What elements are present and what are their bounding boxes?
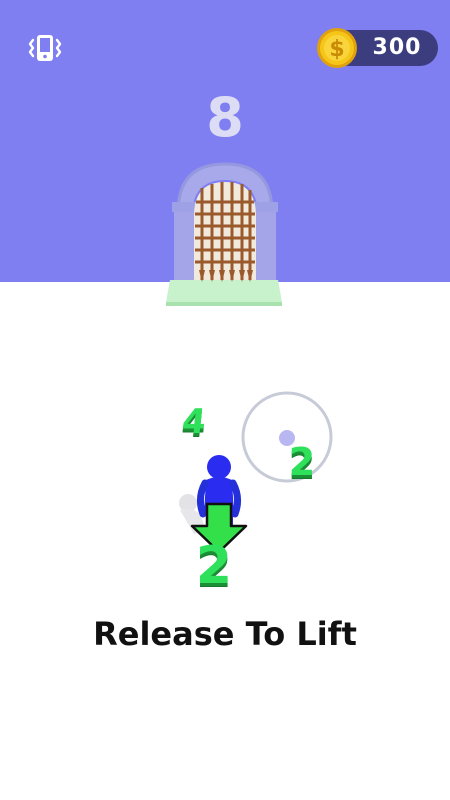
instruction-text: Release To Lift (93, 615, 357, 653)
game-screen[interactable]: $ 300 8 4 2 2 Release To Lift (0, 0, 450, 800)
play-area (179, 391, 333, 554)
carried-number: 2 (195, 536, 233, 596)
floating-number[interactable]: 2 (280, 440, 324, 484)
floating-number[interactable]: 4 (170, 402, 218, 442)
